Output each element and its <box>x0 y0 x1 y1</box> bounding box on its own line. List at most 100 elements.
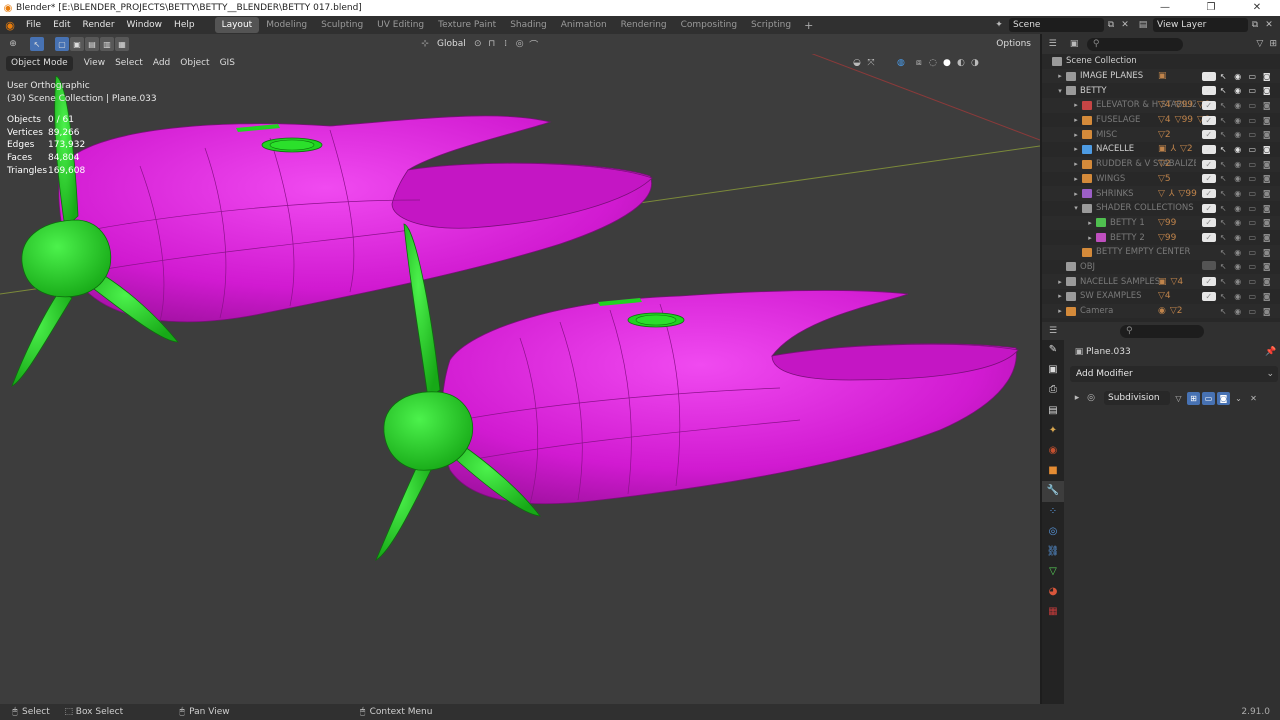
overlays-icon[interactable]: ◍ <box>894 58 908 68</box>
viewport-toggle-icon[interactable]: ▭ <box>1245 86 1260 95</box>
tab-compositing[interactable]: Compositing <box>674 17 744 33</box>
select-toggle-icon[interactable]: ↖ <box>1216 145 1231 154</box>
shading-solid-icon[interactable]: ● <box>940 58 954 68</box>
visibility-toggle-icon[interactable]: ◉ <box>1231 262 1246 271</box>
expand-arrow-icon[interactable]: ▸ <box>1056 307 1064 315</box>
select-toggle-icon[interactable]: ↖ <box>1216 116 1231 125</box>
visibility-toggle-icon[interactable]: ◉ <box>1231 248 1246 257</box>
visibility-toggle-icon[interactable]: ◉ <box>1231 116 1246 125</box>
visibility-toggle-icon[interactable]: ◉ <box>1231 101 1246 110</box>
select-toggle-icon[interactable]: ↖ <box>1216 292 1231 301</box>
collection-name[interactable]: Scene Collection <box>1066 56 1137 66</box>
exclude-checkbox[interactable]: ✓ <box>1201 159 1216 169</box>
editor-type-icon[interactable]: ⊕ <box>6 39 20 49</box>
exclude-checkbox[interactable]: ✓ <box>1201 174 1216 184</box>
collection-name[interactable]: IMAGE PLANES <box>1080 71 1143 81</box>
shading-wireframe-icon[interactable]: ◌ <box>926 58 940 68</box>
render-toggle-icon[interactable]: ◙ <box>1260 86 1275 95</box>
select-toggle-icon[interactable]: ↖ <box>1216 218 1231 227</box>
particles-tab-icon[interactable]: ⁘ <box>1042 502 1064 522</box>
render-toggle-icon[interactable]: ◙ <box>1260 189 1275 198</box>
viewport-toggle-icon[interactable]: ▭ <box>1245 262 1260 271</box>
badge-icon[interactable]: ▽4 <box>1158 115 1171 125</box>
badge-icon[interactable]: ▽99 <box>1175 100 1193 110</box>
output-tab-icon[interactable]: ⎙ <box>1042 380 1064 400</box>
nacelle-2[interactable] <box>441 289 1019 505</box>
badge-icon[interactable]: ▽4 <box>1158 100 1171 110</box>
outliner-row[interactable]: ▸ELEVATOR & H STABILIZER▽4▽99▽6✓↖◉▭◙ <box>1042 98 1280 113</box>
render-toggle-icon[interactable]: ◙ <box>1260 145 1275 154</box>
visibility-toggle-icon[interactable]: ◉ <box>1231 72 1246 81</box>
tab-layout[interactable]: Layout <box>214 17 260 33</box>
render-toggle-icon[interactable]: ◙ <box>1260 72 1275 81</box>
delete-view-layer-icon[interactable]: ✕ <box>1262 20 1276 30</box>
badge-icon[interactable]: ⅄ <box>1171 144 1177 154</box>
exclude-checkbox[interactable]: ✓ <box>1201 71 1216 81</box>
nacelle-1[interactable] <box>58 115 653 323</box>
render-toggle-icon[interactable]: ◙ <box>1217 391 1230 405</box>
viewport-toggle-icon[interactable]: ▭ <box>1245 116 1260 125</box>
expand-arrow-icon[interactable]: ▸ <box>1072 190 1080 198</box>
collection-name[interactable]: WINGS <box>1096 174 1125 184</box>
scene-name-field[interactable]: Scene <box>1009 18 1104 32</box>
select-tool-icon[interactable]: ↖ <box>30 37 44 51</box>
world-tab-icon[interactable]: ◉ <box>1042 441 1064 461</box>
tab-modeling[interactable]: Modeling <box>259 17 314 33</box>
render-toggle-icon[interactable]: ◙ <box>1260 292 1275 301</box>
exclude-checkbox[interactable]: ✓ <box>1201 277 1216 287</box>
select-toggle-icon[interactable]: ↖ <box>1216 130 1231 139</box>
expand-arrow-icon[interactable]: ▸ <box>1070 393 1084 403</box>
render-toggle-icon[interactable]: ◙ <box>1260 218 1275 227</box>
collection-name[interactable]: SHADER COLLECTIONS <box>1096 203 1194 213</box>
select-toggle-icon[interactable]: ↖ <box>1216 307 1231 316</box>
expand-arrow-icon[interactable]: ▸ <box>1072 131 1080 139</box>
outliner-row[interactable]: ▸ WINGS ▽5 ✓ ↖ ◉ ▭ ◙ <box>1042 172 1280 187</box>
tab-shading[interactable]: Shading <box>503 17 554 33</box>
viewport-toggle-icon[interactable]: ▭ <box>1245 218 1260 227</box>
select-box-mode-intersect-icon[interactable]: ▦ <box>115 37 129 51</box>
modifier-tab-icon[interactable]: 🔧 <box>1042 481 1064 502</box>
exclude-checkbox[interactable]: ✓ <box>1201 189 1216 199</box>
outliner-row[interactable]: ▾ BETTY ✓ ↖ ◉ ▭ ◙ <box>1042 83 1280 98</box>
badge-icon[interactable]: ▽99 <box>1158 218 1176 228</box>
exclude-checkbox[interactable] <box>1201 261 1216 272</box>
badge-icon[interactable]: ▽4 <box>1158 291 1171 301</box>
viewport-toggle-icon[interactable]: ▭ <box>1245 307 1260 316</box>
visibility-toggle-icon[interactable]: ◉ <box>1231 307 1246 316</box>
render-toggle-icon[interactable]: ◙ <box>1260 262 1275 271</box>
select-toggle-icon[interactable]: ↖ <box>1216 248 1231 257</box>
select-toggle-icon[interactable]: ↖ <box>1216 72 1231 81</box>
close-button[interactable]: ✕ <box>1234 0 1280 16</box>
badge-icon[interactable]: ▽99 <box>1175 115 1193 125</box>
render-toggle-icon[interactable]: ◙ <box>1260 130 1275 139</box>
render-tab-icon[interactable]: ▣ <box>1042 360 1064 380</box>
exclude-checkbox[interactable]: ✓ <box>1201 100 1216 110</box>
new-scene-icon[interactable]: ⧉ <box>1104 20 1118 30</box>
gizmo-icon[interactable]: ⤧ <box>864 58 878 68</box>
render-toggle-icon[interactable]: ◙ <box>1260 204 1275 213</box>
badge-icon[interactable]: ▽4 <box>1171 277 1184 287</box>
collection-name[interactable]: SHRINKS <box>1096 189 1134 199</box>
cage-toggle-icon[interactable]: ⊞ <box>1187 391 1200 405</box>
badge-icon[interactable]: ▣ <box>1158 144 1167 154</box>
outliner-row[interactable]: ▸ NACELLE SAMPLES ▣ ▽4 ✓ ↖ ◉ ▭ ◙ <box>1042 274 1280 289</box>
outliner-row[interactable]: ▸ NACELLE ▣ ⅄ ▽2 ✓ ↖ ◉ ▭ ◙ <box>1042 142 1280 157</box>
render-toggle-icon[interactable]: ◙ <box>1260 116 1275 125</box>
modifier-name-field[interactable]: Subdivision <box>1104 391 1170 405</box>
expand-arrow-icon[interactable]: ▸ <box>1086 219 1094 227</box>
viewport-toggle-icon[interactable]: ▭ <box>1245 233 1260 242</box>
select-box-mode-extend-icon[interactable]: ▣ <box>70 37 84 51</box>
texture-tab-icon[interactable]: ▦ <box>1042 602 1064 622</box>
collection-name[interactable]: OBJ <box>1080 262 1095 272</box>
pivot-point-icon[interactable]: ⊙ <box>471 39 485 49</box>
menu-window[interactable]: Window <box>121 16 169 34</box>
viewport-toggle-icon[interactable]: ▭ <box>1245 277 1260 286</box>
expand-arrow-icon[interactable]: ▸ <box>1056 292 1064 300</box>
render-toggle-icon[interactable]: ◙ <box>1260 160 1275 169</box>
data-tab-icon[interactable]: ▽ <box>1042 562 1064 582</box>
viewport-toggle-icon[interactable]: ▭ <box>1245 248 1260 257</box>
menu-file[interactable]: File <box>20 16 47 34</box>
properties-editor-type-icon[interactable]: ☰ <box>1046 326 1060 336</box>
badge-icon[interactable]: ▽2 <box>1158 130 1171 140</box>
tab-scripting[interactable]: Scripting <box>744 17 798 33</box>
